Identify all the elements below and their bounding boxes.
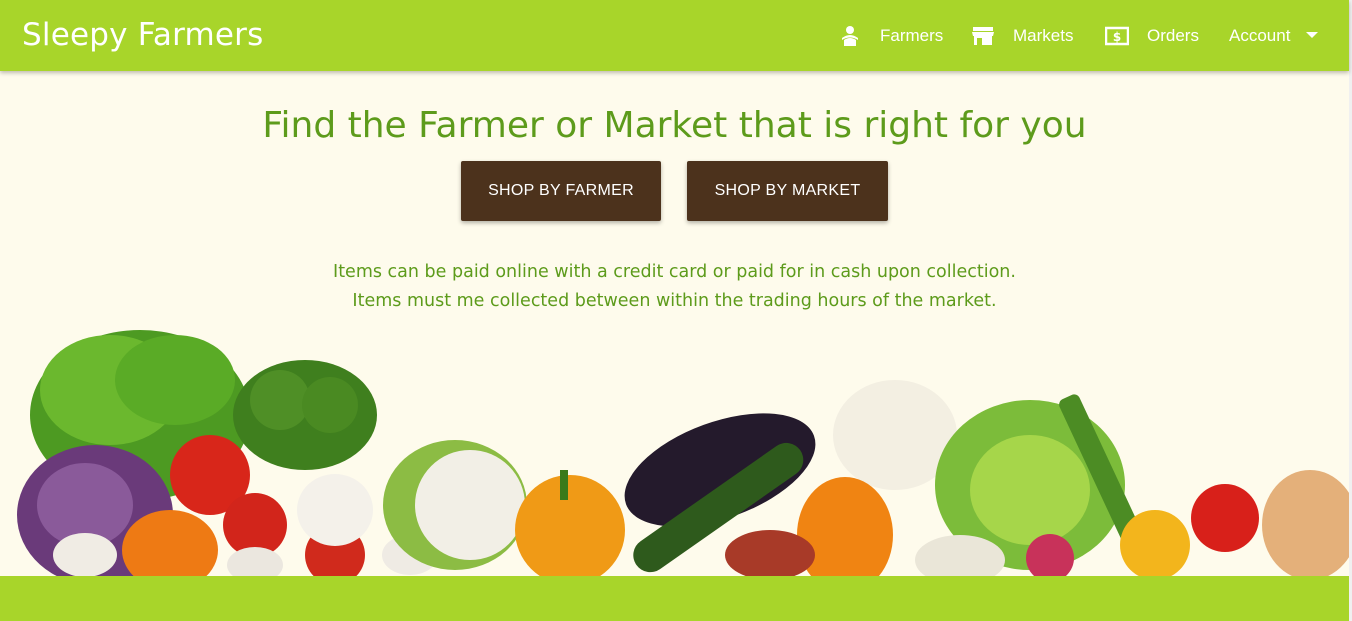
info-line-2: Items must me collected between within t… bbox=[352, 291, 997, 311]
payment-info: Items can be paid online with a credit c… bbox=[0, 258, 1349, 316]
nav-markets[interactable]: Markets bbox=[971, 0, 1073, 71]
chevron-down-icon bbox=[1306, 31, 1319, 38]
nav-farmers[interactable]: Farmers bbox=[838, 0, 943, 71]
farmer-icon bbox=[842, 25, 858, 46]
nav-account[interactable]: Account bbox=[1229, 0, 1319, 71]
store-icon bbox=[972, 26, 994, 45]
shop-by-farmer-button[interactable]: SHOP BY FARMER bbox=[461, 161, 661, 221]
svg-text:$: $ bbox=[1113, 30, 1121, 44]
info-line-1: Items can be paid online with a credit c… bbox=[333, 262, 1016, 282]
nav-farmers-label: Farmers bbox=[880, 25, 944, 45]
navbar: Sleepy Farmers Farmers Markets $ Orders … bbox=[0, 0, 1349, 71]
money-icon: $ bbox=[1105, 26, 1129, 45]
shop-by-market-button[interactable]: SHOP BY MARKET bbox=[687, 161, 888, 221]
brand-logo[interactable]: Sleepy Farmers bbox=[22, 17, 263, 53]
nav-account-label: Account bbox=[1229, 25, 1291, 45]
footer-bar bbox=[0, 576, 1349, 621]
vegetables-banner bbox=[0, 320, 1349, 576]
nav-markets-label: Markets bbox=[1013, 25, 1074, 45]
nav-orders-label: Orders bbox=[1147, 25, 1199, 45]
nav-orders[interactable]: $ Orders bbox=[1105, 0, 1199, 71]
page-title: Find the Farmer or Market that is right … bbox=[262, 105, 1087, 146]
vegetables-illustration bbox=[17, 330, 1349, 576]
